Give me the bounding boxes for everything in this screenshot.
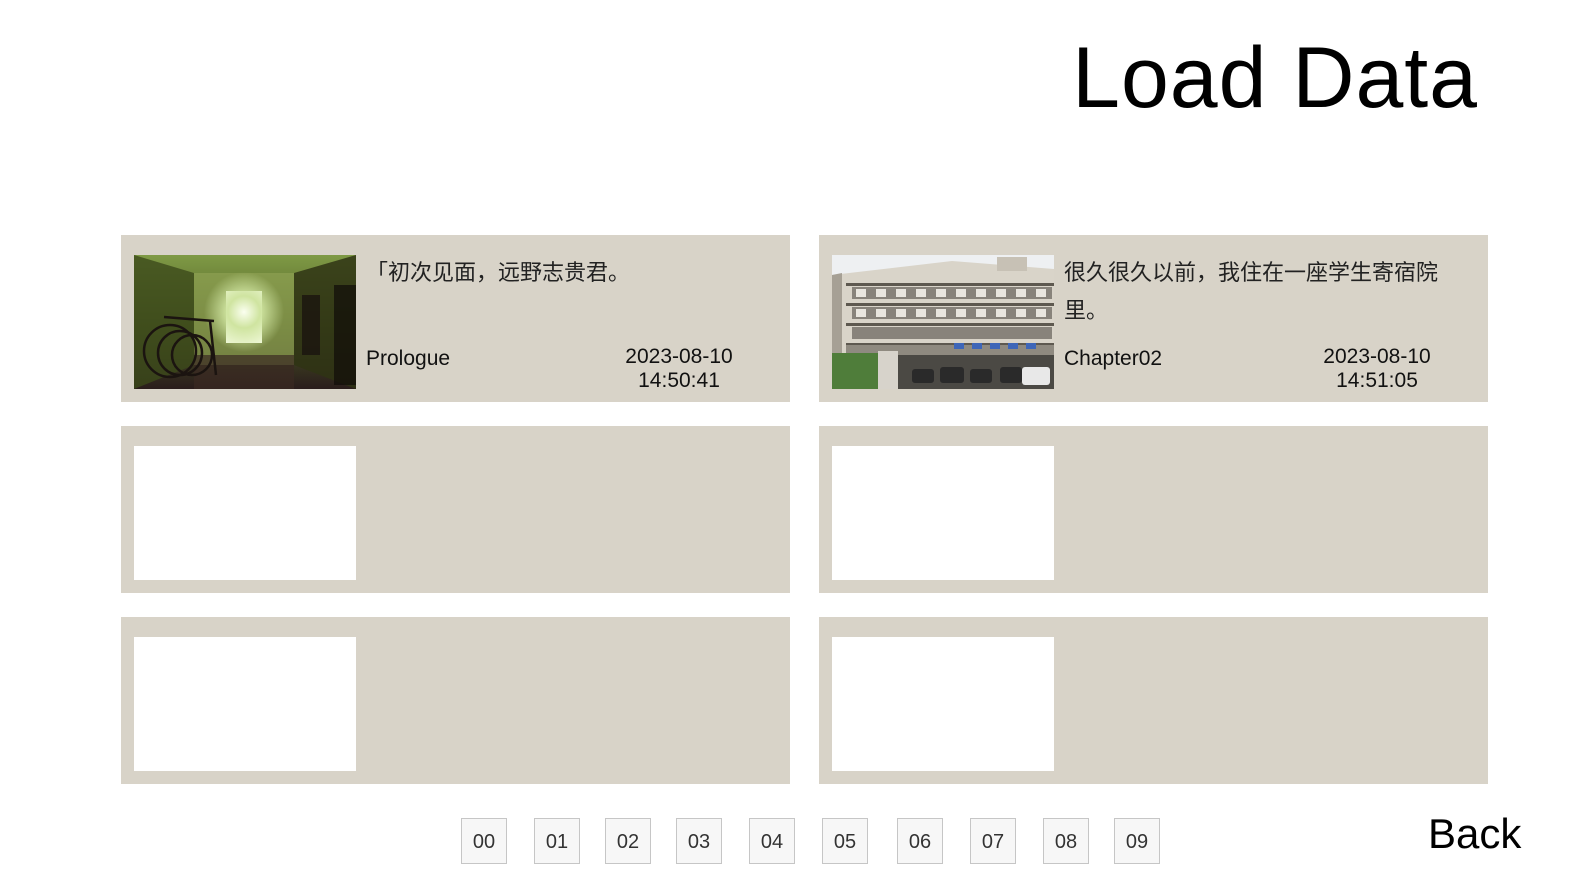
page-selector: 00 01 02 03 04 05 06 07 08 09: [0, 818, 1590, 865]
slot-clock: 14:50:41: [638, 369, 720, 392]
save-slot-5[interactable]: [121, 617, 790, 784]
page-button-09[interactable]: 09: [1114, 818, 1160, 864]
slot-thumbnail-empty: [832, 446, 1054, 580]
dormitory-building-image: [832, 255, 1054, 389]
slot-date: 2023-08-10: [625, 345, 733, 368]
slot-dialogue-text: 很久很久以前，我住在一座学生寄宿院里。: [1064, 261, 1439, 324]
save-slot-1[interactable]: 「初次见面，远野志贵君。 Prologue 2023-08-10 14:50:4…: [121, 235, 790, 402]
save-slot-2[interactable]: 很久很久以前，我住在一座学生寄宿院里。 Chapter02 2023-08-10…: [819, 235, 1488, 402]
page-button-04[interactable]: 04: [749, 818, 795, 864]
page-button-07[interactable]: 07: [970, 818, 1016, 864]
slot-clock: 14:51:05: [1336, 369, 1418, 392]
slot-thumbnail-empty: [832, 637, 1054, 771]
slot-thumbnail: [134, 255, 356, 389]
save-slot-3[interactable]: [121, 426, 790, 593]
page-title: Load Data: [1072, 30, 1478, 126]
slot-timestamp: 2023-08-10 14:51:05: [1309, 345, 1445, 393]
page-button-05[interactable]: 05: [822, 818, 868, 864]
slot-date: 2023-08-10: [1323, 345, 1431, 368]
slot-thumbnail: [832, 255, 1054, 389]
page-button-08[interactable]: 08: [1043, 818, 1089, 864]
save-slot-4[interactable]: [819, 426, 1488, 593]
page-button-03[interactable]: 03: [676, 818, 722, 864]
page-button-02[interactable]: 02: [605, 818, 651, 864]
slot-thumbnail-empty: [134, 446, 356, 580]
save-slot-6[interactable]: [819, 617, 1488, 784]
page-button-01[interactable]: 01: [534, 818, 580, 864]
back-button[interactable]: Back: [1428, 810, 1521, 858]
slot-chapter-name: Prologue: [366, 347, 451, 370]
slot-chapter-name: Chapter02: [1064, 347, 1163, 370]
slot-dialogue-text: 「初次见面，远野志贵君。: [366, 261, 631, 286]
page-button-06[interactable]: 06: [897, 818, 943, 864]
page-button-00[interactable]: 00: [461, 818, 507, 864]
slot-timestamp: 2023-08-10 14:50:41: [611, 345, 747, 393]
slot-thumbnail-empty: [134, 637, 356, 771]
hospital-room-image: [134, 255, 356, 389]
